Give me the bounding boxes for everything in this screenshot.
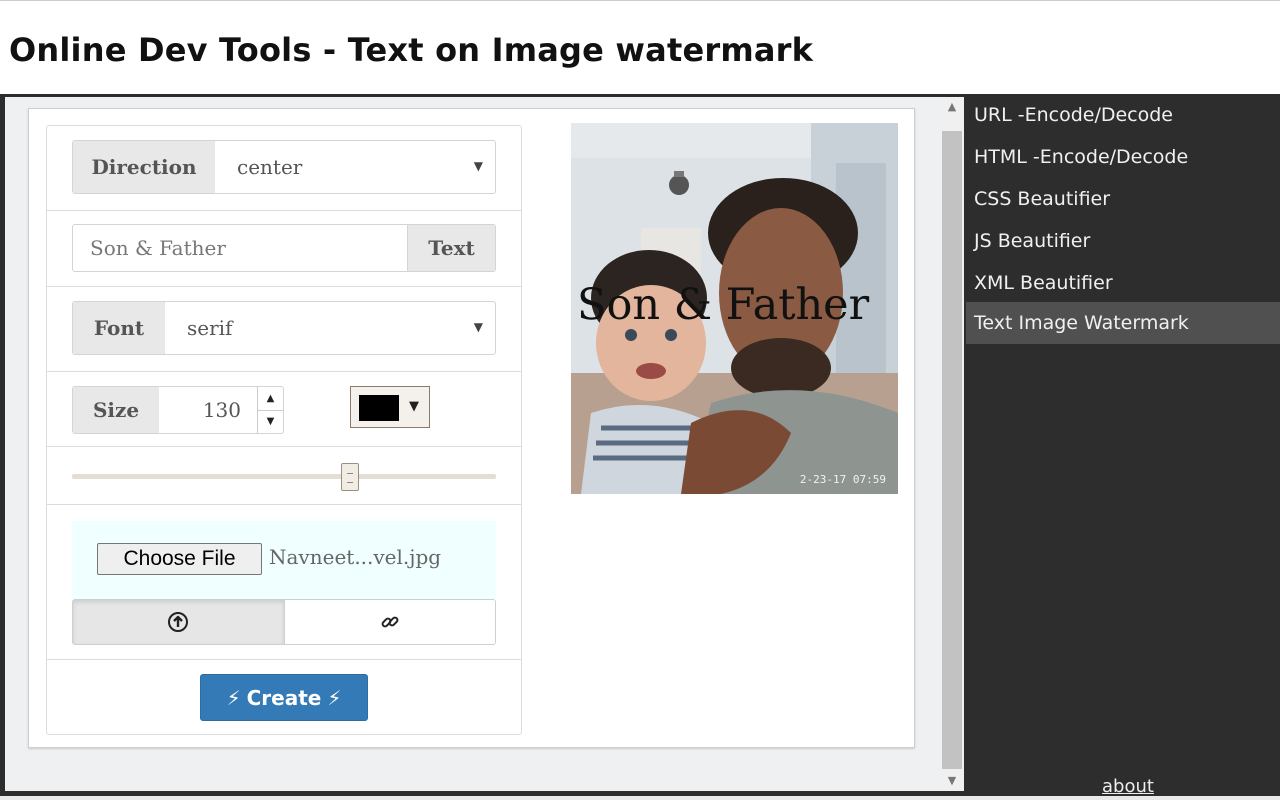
upload-option[interactable] xyxy=(73,600,285,644)
size-row: Size 130 ▲ ▼ ▼ xyxy=(47,372,521,447)
color-swatch xyxy=(359,395,399,421)
file-input-area: Choose File Navneet...vel.jpg xyxy=(72,521,496,599)
file-row: Choose File Navneet...vel.jpg xyxy=(47,505,521,660)
font-select[interactable]: Font serif ▼ xyxy=(72,301,496,355)
source-toggle xyxy=(72,599,496,645)
tool-card: Direction center ▼ Son & Father Text Fon… xyxy=(28,108,915,748)
size-input[interactable]: 130 xyxy=(159,387,257,433)
scroll-down-icon[interactable]: ▼ xyxy=(940,771,964,791)
sidebar-item-js-beautifier[interactable]: JS Beautifier xyxy=(966,220,1280,262)
font-value-text: serif xyxy=(187,316,233,340)
window-bottom-edge xyxy=(0,796,1280,800)
font-value[interactable]: serif ▼ xyxy=(165,302,495,354)
caret-down-icon: ▼ xyxy=(473,159,483,173)
direction-value-text: center xyxy=(237,155,303,179)
direction-value[interactable]: center ▼ xyxy=(215,141,495,193)
watermark-text-input[interactable]: Son & Father xyxy=(73,225,407,271)
create-row: ⚡ Create ⚡ xyxy=(47,660,521,736)
size-label: Size xyxy=(73,387,159,433)
bolt-icon: ⚡ xyxy=(327,685,342,710)
sidebar-item-css-beautifier[interactable]: CSS Beautifier xyxy=(966,178,1280,220)
slider-handle[interactable] xyxy=(341,463,359,491)
about-link[interactable]: about xyxy=(1102,776,1154,797)
main-content: Direction center ▼ Son & Father Text Fon… xyxy=(5,97,940,791)
text-input-group: Son & Father Text xyxy=(72,224,496,272)
choose-file-button[interactable]: Choose File xyxy=(97,543,262,575)
sidebar: URL -Encode/Decode HTML -Encode/Decode C… xyxy=(966,94,1280,800)
text-row: Son & Father Text xyxy=(47,211,521,287)
opacity-slider[interactable] xyxy=(72,474,496,479)
sidebar-item-text-image-watermark[interactable]: Text Image Watermark xyxy=(966,302,1280,344)
direction-select[interactable]: Direction center ▼ xyxy=(72,140,496,194)
caret-down-icon: ▼ xyxy=(473,320,483,334)
stepper-up-icon[interactable]: ▲ xyxy=(258,387,283,410)
size-input-group: Size 130 ▲ ▼ xyxy=(72,386,284,434)
file-name: Navneet...vel.jpg xyxy=(269,545,442,569)
scroll-thumb[interactable] xyxy=(942,131,962,769)
upload-icon xyxy=(168,612,189,632)
sidebar-item-xml-beautifier[interactable]: XML Beautifier xyxy=(966,262,1280,304)
color-picker[interactable]: ▼ xyxy=(350,386,430,428)
direction-label: Direction xyxy=(73,141,215,193)
slider-row xyxy=(47,447,521,505)
font-label: Font xyxy=(73,302,165,354)
page-title: Online Dev Tools - Text on Image waterma… xyxy=(9,31,814,69)
page-header: Online Dev Tools - Text on Image waterma… xyxy=(0,0,1280,94)
font-row: Font serif ▼ xyxy=(47,287,521,372)
app-frame: Direction center ▼ Son & Father Text Fon… xyxy=(0,94,1280,800)
vertical-scrollbar[interactable]: ▲ ▼ xyxy=(940,97,964,791)
size-stepper: ▲ ▼ xyxy=(257,387,283,433)
photo-timestamp: 2-23-17 07:59 xyxy=(799,473,886,486)
watermark-form: Direction center ▼ Son & Father Text Fon… xyxy=(46,125,522,735)
create-button-label: Create xyxy=(246,685,322,710)
sidebar-item-url-encode[interactable]: URL -Encode/Decode xyxy=(966,94,1280,136)
link-icon xyxy=(381,616,399,628)
sidebar-item-html-encode[interactable]: HTML -Encode/Decode xyxy=(966,136,1280,178)
bolt-icon: ⚡ xyxy=(226,685,241,710)
watermark-text: Son & Father xyxy=(577,280,870,330)
direction-row: Direction center ▼ xyxy=(47,126,521,211)
stepper-down-icon[interactable]: ▼ xyxy=(258,409,283,434)
caret-down-icon: ▼ xyxy=(409,399,419,414)
link-option[interactable] xyxy=(285,600,496,644)
text-button[interactable]: Text xyxy=(407,225,495,271)
scroll-up-icon[interactable]: ▲ xyxy=(940,97,964,117)
create-button[interactable]: ⚡ Create ⚡ xyxy=(200,674,368,721)
preview-image: Son & Father 2-23-17 07:59 xyxy=(571,123,898,494)
